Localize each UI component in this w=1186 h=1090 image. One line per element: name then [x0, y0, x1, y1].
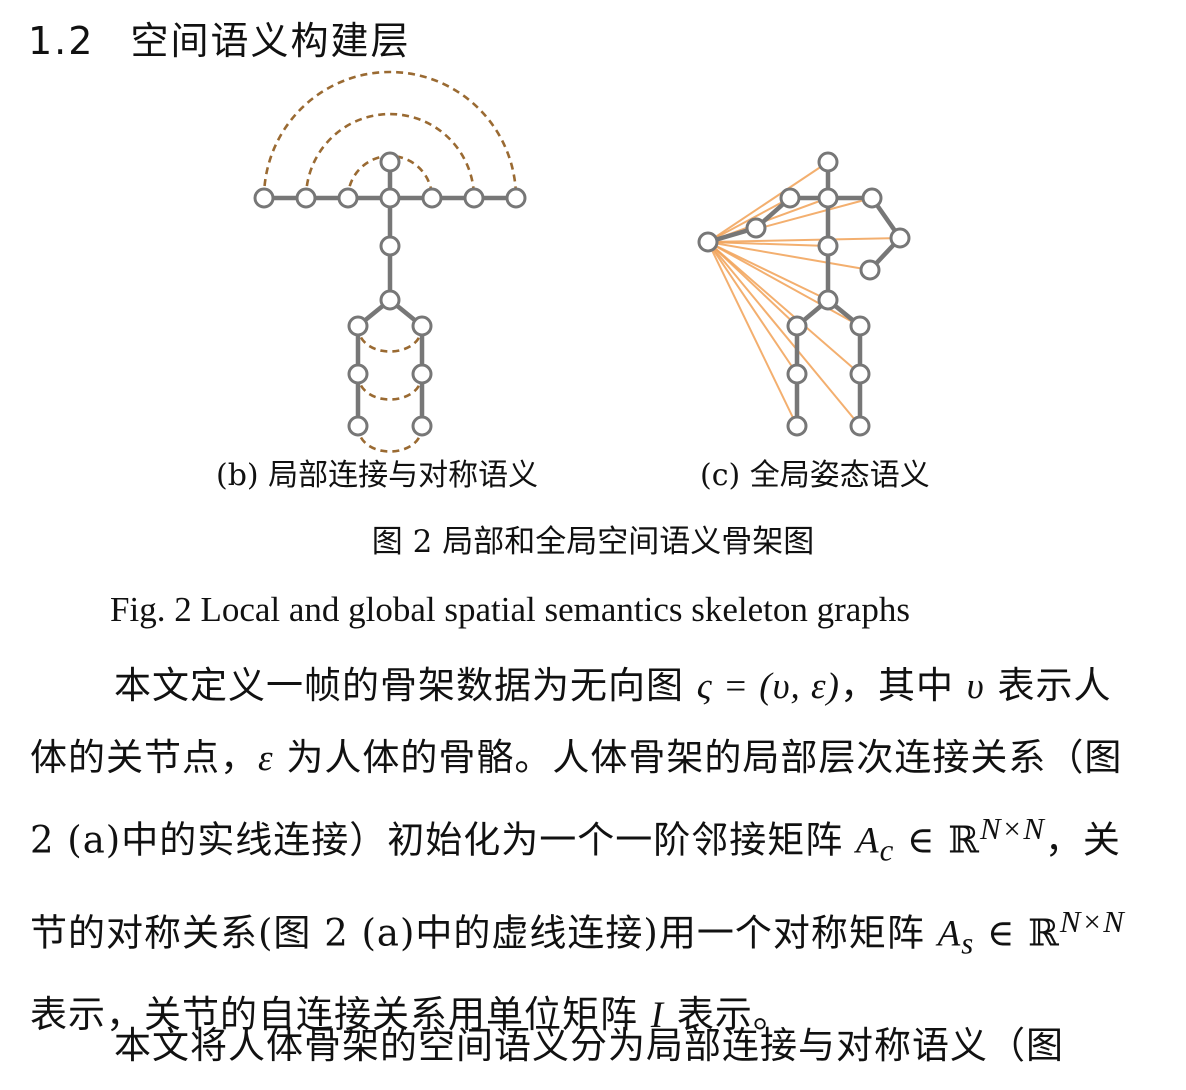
joint [337, 187, 359, 209]
paragraph-semantics: 本文将人体骨架的空间语义分为局部连接与对称语义（图 [114, 1024, 1064, 1067]
joint [411, 363, 433, 385]
joint [861, 187, 883, 209]
paragraph-definition: 本文定义一帧的骨架数据为无向图 ς = (υ, ε)，其中 υ 表示人体的关节点… [30, 650, 1130, 1051]
joint [347, 315, 369, 337]
joint [786, 315, 808, 337]
matrix-as-space: ∈ ℝ [974, 911, 1060, 955]
joint [347, 363, 369, 385]
joint [786, 363, 808, 385]
joint [849, 315, 871, 337]
local-skeleton-graph [253, 70, 527, 453]
joint [817, 235, 839, 257]
p1-text-1: 本文定义一帧的骨架数据为无向图 [114, 664, 697, 707]
matrix-ac-symbol: A [856, 820, 880, 862]
joint [411, 415, 433, 437]
joint [253, 187, 275, 209]
graph-formula: ς = (υ, ε) [696, 666, 840, 707]
joint [379, 187, 401, 209]
vertex-symbol: υ [966, 666, 985, 707]
global-edge [707, 241, 829, 301]
global-edge [707, 237, 901, 243]
joint [379, 235, 401, 257]
joint [817, 151, 839, 173]
figure-caption-en: Fig. 2 Local and global spatial semantic… [110, 590, 910, 629]
skeleton-figure [253, 70, 911, 453]
joint [859, 259, 881, 281]
matrix-as-superscript: N×N [1059, 904, 1125, 939]
joint [347, 415, 369, 437]
joint [779, 187, 801, 209]
joint [817, 187, 839, 209]
matrix-ac-subscript: c [879, 833, 895, 868]
subfigure-c-label: (c) 全局姿态语义 [700, 458, 930, 493]
joint [379, 289, 401, 311]
joint [817, 289, 839, 311]
joint [379, 151, 401, 173]
matrix-ac-superscript: N×N [979, 812, 1045, 846]
joint [849, 415, 871, 437]
global-edge [707, 161, 829, 243]
global-skeleton-graph [697, 151, 911, 437]
joint [849, 363, 871, 385]
matrix-as-subscript: s [961, 926, 975, 961]
p1-text-2: ，其中 [839, 664, 967, 707]
joint [505, 187, 527, 209]
joint [463, 187, 485, 209]
joint [421, 187, 443, 209]
subfigure-b-label: (b) 局部连接与对称语义 [216, 458, 539, 493]
joint [889, 227, 911, 249]
joint [745, 217, 767, 239]
matrix-ac-space: ∈ ℝ [894, 818, 980, 862]
joint [786, 415, 808, 437]
joint [411, 315, 433, 337]
joint [697, 231, 719, 253]
joint [295, 187, 317, 209]
figure-caption-cn: 图 2 局部和全局空间语义骨架图 [371, 524, 815, 560]
edge-symbol: ε [258, 738, 274, 779]
matrix-as-symbol: A [937, 913, 962, 955]
